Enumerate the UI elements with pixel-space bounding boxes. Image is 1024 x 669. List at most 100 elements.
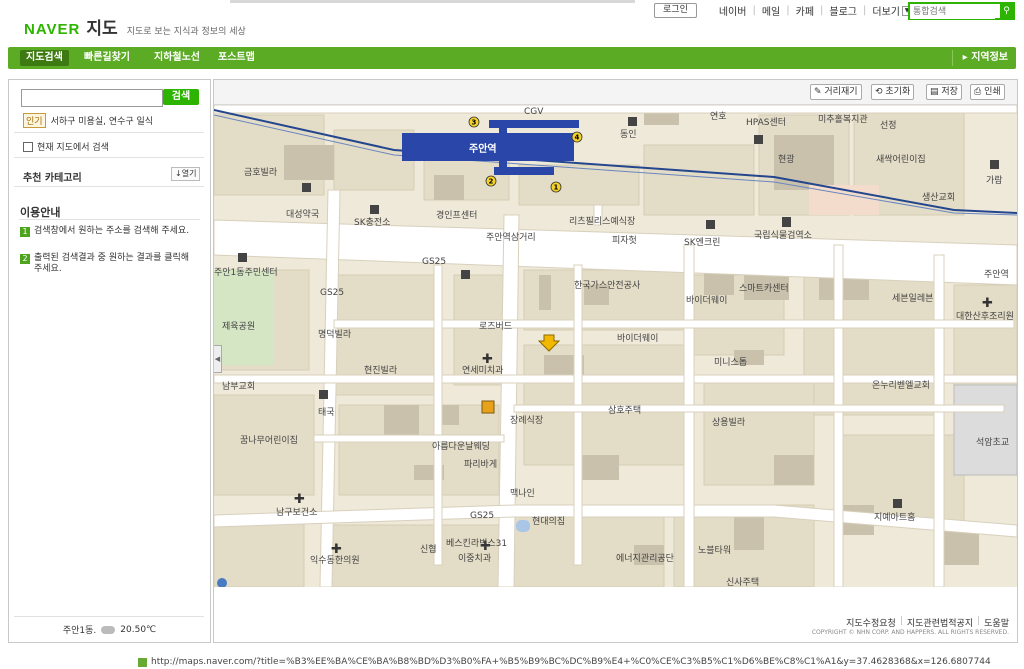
- hospital-icon[interactable]: ✚: [331, 542, 342, 557]
- map-label[interactable]: 삼호주택: [608, 405, 641, 416]
- map-label[interactable]: 노블타워: [698, 545, 731, 556]
- map-label[interactable]: 익수동한의원: [310, 554, 360, 566]
- search-in-map-checkbox[interactable]: 현재 지도에서 검색: [23, 140, 109, 153]
- map-label[interactable]: 바이더웨이: [617, 332, 658, 344]
- map-label[interactable]: 미니스톱: [714, 357, 747, 368]
- map-label[interactable]: 현진빌라: [364, 365, 398, 376]
- more-menu[interactable]: 더보기 ▼: [872, 3, 912, 18]
- help-link[interactable]: 도움말: [984, 616, 1009, 629]
- login-button[interactable]: 로그인: [654, 3, 697, 18]
- map-drawing[interactable]: 주안역 3 4 2 1 ✚ ✚ ✚ ✚ ✚ CGV 금호빌라 대성약국 SK충전…: [214, 105, 1017, 587]
- church-icon[interactable]: [319, 390, 328, 399]
- office-icon[interactable]: [990, 160, 999, 169]
- map-label[interactable]: 세븐일레븐: [892, 293, 933, 304]
- reset-button[interactable]: ⟲ 초기화: [871, 84, 915, 100]
- map-label[interactable]: 생산교회: [922, 192, 955, 203]
- map-label[interactable]: 남부교회: [222, 381, 255, 392]
- map-label[interactable]: 연세미치과: [462, 364, 503, 376]
- office-icon[interactable]: [628, 117, 637, 126]
- map-label[interactable]: 석암초교: [976, 436, 1009, 448]
- tab-subway[interactable]: 지하철노선: [148, 50, 206, 66]
- map-label[interactable]: SK충전소: [354, 217, 390, 228]
- map-label[interactable]: 베스킨라빈스31: [446, 538, 507, 549]
- hospital-icon[interactable]: ✚: [294, 492, 305, 507]
- tab-route[interactable]: 빠른길찾기: [78, 50, 136, 66]
- collapse-sidebar-handle[interactable]: ◀: [214, 345, 222, 373]
- map-canvas[interactable]: 주안역 3 4 2 1 ✚ ✚ ✚ ✚ ✚ CGV 금호빌라 대성약국 SK충전…: [214, 105, 1017, 587]
- link-naver[interactable]: 네이버: [719, 3, 747, 18]
- map-label[interactable]: 피자헛: [612, 235, 637, 246]
- map-label[interactable]: 주안역: [984, 269, 1009, 280]
- link-more[interactable]: 더보기: [872, 3, 900, 18]
- map-label[interactable]: 태국: [318, 407, 335, 418]
- map-label[interactable]: GS25: [422, 257, 446, 267]
- map-label[interactable]: 대한산후조리원: [956, 311, 1014, 322]
- map-label[interactable]: 경인프센터: [436, 209, 477, 221]
- tab-map-search[interactable]: 지도검색: [20, 50, 69, 66]
- pharmacy-icon[interactable]: [302, 183, 311, 192]
- map-label[interactable]: 신협: [420, 543, 437, 555]
- link-mail[interactable]: 메일: [762, 3, 780, 18]
- map-label[interactable]: HPAS센터: [746, 117, 786, 128]
- map-label[interactable]: CGV: [524, 107, 544, 117]
- office-icon[interactable]: [238, 253, 247, 262]
- map-label[interactable]: 맥나인: [510, 488, 535, 499]
- link-cafe[interactable]: 카페: [796, 3, 814, 18]
- public-office-icon[interactable]: [782, 217, 791, 227]
- map-correction-link[interactable]: 지도수정요청: [846, 616, 896, 629]
- map-label[interactable]: 연호: [710, 111, 727, 122]
- map-label[interactable]: 새싹어린이집: [876, 153, 926, 165]
- distance-button[interactable]: ✎ 거리재기: [810, 84, 862, 100]
- map-label[interactable]: 바이더웨이: [686, 294, 727, 306]
- weather-widget[interactable]: 주안1동. 20.50℃: [9, 623, 210, 637]
- map-label[interactable]: 로즈버드: [479, 321, 512, 332]
- link-blog[interactable]: 블로그: [829, 3, 857, 18]
- map-label[interactable]: 장례식장: [510, 415, 543, 426]
- map-search-button[interactable]: 검색: [163, 89, 199, 105]
- map-label[interactable]: 주안1동주민센터: [214, 267, 278, 278]
- map-label[interactable]: 스마트카센터: [739, 283, 789, 294]
- map-label[interactable]: 한국가스안전공사: [574, 280, 641, 291]
- map-logo-text[interactable]: 지도: [86, 14, 117, 39]
- map-label[interactable]: 현대의집: [532, 515, 565, 527]
- station-label[interactable]: 주안역: [469, 142, 497, 155]
- save-button[interactable]: ▤ 저장: [926, 84, 962, 100]
- hospital-icon[interactable]: ✚: [482, 352, 493, 367]
- map-label[interactable]: 상용빌라: [712, 417, 746, 428]
- restaurant-icon[interactable]: [481, 400, 495, 414]
- integrated-search-input[interactable]: [910, 5, 995, 19]
- map-label[interactable]: 남구보건소: [276, 507, 317, 518]
- map-label[interactable]: 주안역삼거리: [486, 232, 536, 243]
- map-label[interactable]: 대성약국: [286, 208, 319, 220]
- map-label[interactable]: 신사주택: [726, 577, 759, 587]
- map-label[interactable]: 선정: [880, 120, 897, 131]
- map-label[interactable]: 동인: [620, 129, 637, 140]
- map-label[interactable]: 미추홀복지관: [818, 113, 868, 125]
- office-icon[interactable]: [461, 270, 470, 279]
- map-label[interactable]: 국립식물검역소: [754, 229, 812, 241]
- map-label[interactable]: 현광: [778, 153, 795, 165]
- naver-logo-text[interactable]: NAVER: [24, 21, 80, 38]
- region-info-button[interactable]: ▸ 지역정보: [951, 50, 1008, 66]
- office-icon[interactable]: [754, 135, 763, 144]
- popular-keywords[interactable]: 서하구 미용실, 연수구 일식: [51, 114, 154, 127]
- hospital-icon[interactable]: ✚: [982, 296, 993, 311]
- map-search-input[interactable]: [21, 89, 163, 107]
- map-label[interactable]: SK엔크린: [684, 237, 720, 248]
- print-button[interactable]: ⎙ 인쇄: [970, 84, 1005, 100]
- map-label[interactable]: 제육공원: [222, 321, 255, 332]
- map-label[interactable]: 아름다운날웨딩: [432, 440, 490, 452]
- map-label[interactable]: 명덕빌라: [318, 329, 352, 340]
- map-label[interactable]: GS25: [320, 288, 344, 298]
- tab-postmap[interactable]: 포스트맵: [212, 50, 261, 66]
- legal-notice-link[interactable]: 지도관련법적공지: [907, 616, 973, 629]
- search-icon[interactable]: ⚲: [1000, 4, 1013, 18]
- map-label[interactable]: 에너지관리공단: [616, 553, 674, 564]
- map-label[interactable]: 가람: [986, 174, 1003, 186]
- map-label[interactable]: 지예아트홈: [874, 511, 915, 523]
- gas-station-icon[interactable]: [370, 205, 379, 214]
- map-label[interactable]: 파리바게: [464, 459, 497, 470]
- map-label[interactable]: 온누리벧엘교회: [872, 380, 930, 391]
- map-label[interactable]: 꿈나무어린이집: [240, 434, 298, 446]
- open-category-button[interactable]: ↓열기: [171, 167, 201, 181]
